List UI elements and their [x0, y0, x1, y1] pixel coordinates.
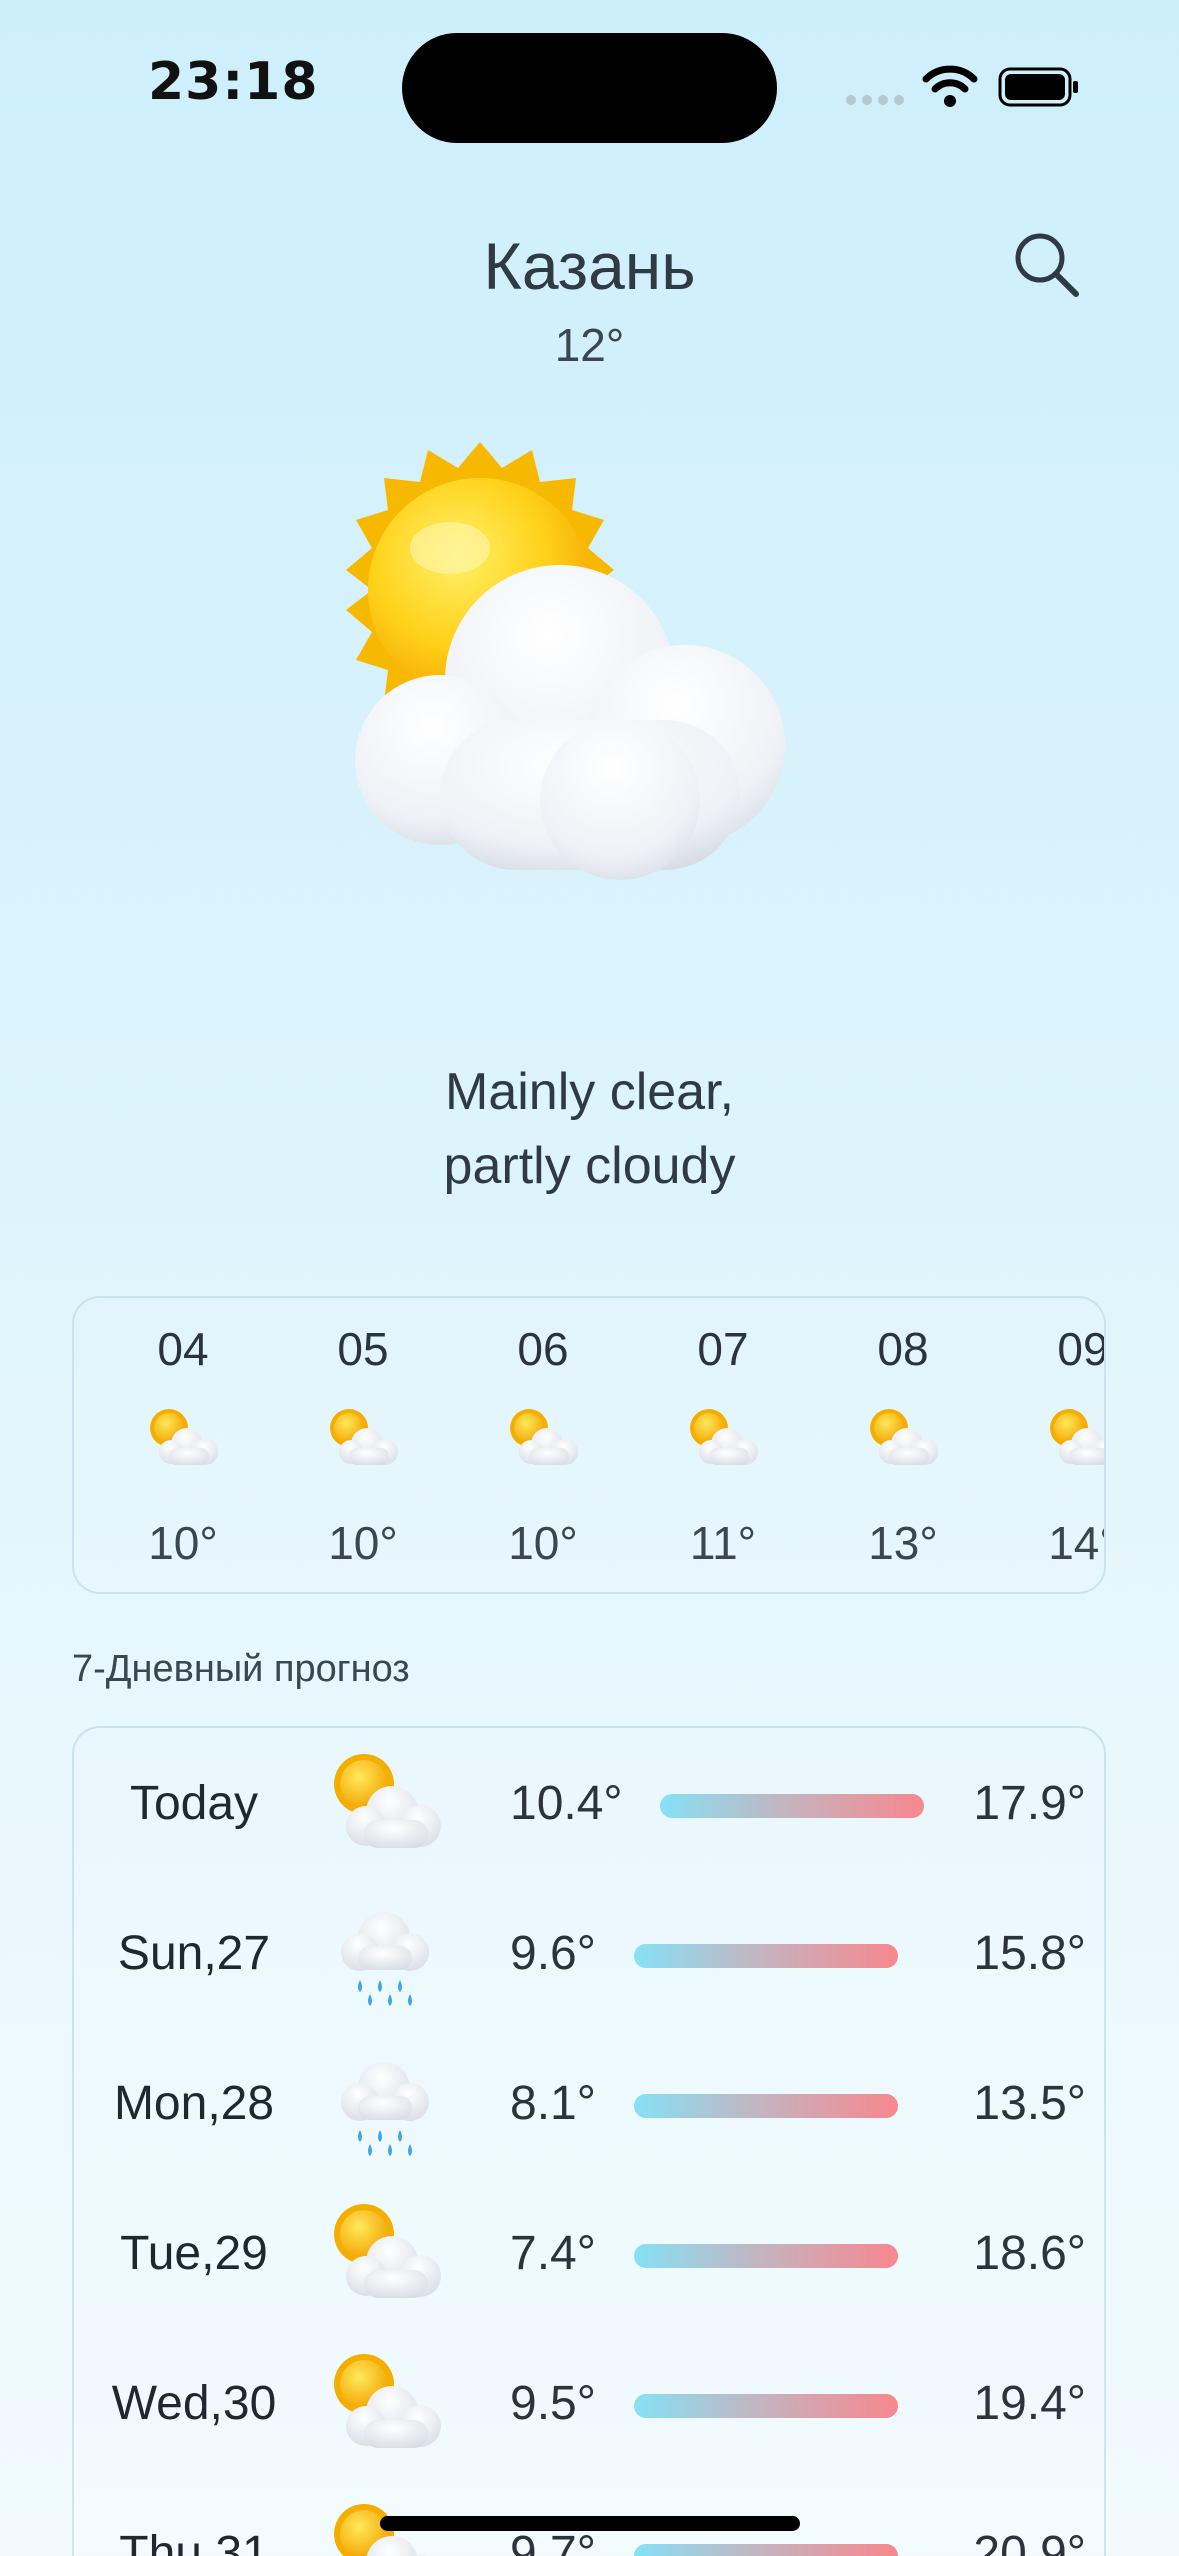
- partly-cloudy-icon: [334, 2354, 441, 2448]
- city-name: Казань: [483, 229, 696, 303]
- day-max-temp: 19.4°: [973, 2377, 1086, 2430]
- day-row[interactable]: Sun,27 9.6° 15.8°: [74, 1878, 1108, 2028]
- day-label: Tue,29: [120, 2227, 268, 2280]
- partly-cloudy-icon: [334, 1754, 441, 1848]
- day-max-temp: 13.5°: [973, 2077, 1086, 2130]
- hour-temp: 10°: [508, 1517, 578, 1569]
- rain-cloud-icon: [341, 2062, 429, 2156]
- day-row[interactable]: Wed,30 9.5° 19.4°: [74, 2328, 1108, 2478]
- day-max-temp: 17.9°: [973, 1777, 1086, 1830]
- weather-condition: Mainly clear, partly cloudy: [0, 1055, 1179, 1203]
- sun-behind-cloud-icon: [346, 442, 785, 880]
- day-min-temp: 10.4°: [510, 1777, 623, 1830]
- forecast-title: 7-Дневный прогноз: [72, 1648, 410, 1690]
- day-row[interactable]: Tue,29 7.4° 18.6°: [74, 2178, 1108, 2328]
- hour-temp: 10°: [328, 1517, 398, 1569]
- day-label: Thu,31: [119, 2527, 269, 2556]
- temperature-range-bar: [634, 1944, 898, 1968]
- hour-label: 07: [697, 1323, 749, 1375]
- hour-temp: 13°: [868, 1517, 938, 1569]
- day-label: Wed,30: [111, 2377, 277, 2430]
- battery-icon: [998, 67, 1078, 107]
- hour-item: 04 10°: [108, 1298, 258, 1592]
- day-min-temp: 8.1°: [510, 2077, 596, 2130]
- hour-label: 06: [517, 1323, 569, 1375]
- temperature-range-bar: [634, 2394, 898, 2418]
- partly-cloudy-icon: [1050, 1409, 1104, 1465]
- status-time: 23:18: [148, 52, 319, 112]
- day-label: Today: [129, 1777, 259, 1830]
- rain-cloud-icon: [341, 1912, 429, 2006]
- day-max-temp: 20.9°: [973, 2527, 1086, 2556]
- hour-temp: 10°: [148, 1517, 218, 1569]
- hour-item: 09 14°: [1008, 1298, 1106, 1592]
- day-row[interactable]: Today 10.4° 17.9°: [74, 1728, 1108, 1878]
- hour-item: 06 10°: [468, 1298, 618, 1592]
- temperature-range-bar: [634, 2094, 898, 2118]
- partly-cloudy-icon: [510, 1409, 578, 1465]
- partly-cloudy-icon: [334, 2204, 441, 2298]
- day-max-temp: 18.6°: [973, 2227, 1086, 2280]
- cellular-signal-icon: [846, 95, 904, 105]
- condition-line-2: partly cloudy: [443, 1137, 736, 1195]
- condition-line-1: Mainly clear,: [445, 1063, 734, 1121]
- hour-label: 04: [157, 1323, 209, 1375]
- daily-forecast[interactable]: Today 10.4° 17.9° Sun,27 9.6° 15.8° Mon,…: [72, 1726, 1106, 2556]
- day-min-temp: 9.5°: [510, 2377, 596, 2430]
- wifi-icon: [922, 65, 978, 107]
- day-label: Sun,27: [117, 1927, 271, 1980]
- search-icon[interactable]: [1010, 228, 1082, 300]
- partly-cloudy-icon: [150, 1409, 218, 1465]
- hour-temp: 11°: [689, 1517, 757, 1569]
- hour-item: 07 11°: [648, 1298, 798, 1592]
- hour-item: 05 10°: [288, 1298, 438, 1592]
- hour-temp: 14°: [1048, 1517, 1104, 1569]
- temperature-range-bar: [634, 2544, 898, 2556]
- hourly-forecast[interactable]: 04 10° 05 10° 06 10° 07 11° 08 13° 09 14…: [72, 1296, 1106, 1594]
- hour-label: 05: [337, 1323, 389, 1375]
- hour-item: 08 13°: [828, 1298, 978, 1592]
- dynamic-island: [402, 33, 777, 143]
- home-indicator[interactable]: [380, 2516, 800, 2531]
- partly-cloudy-icon: [690, 1409, 758, 1465]
- day-min-temp: 9.6°: [510, 1927, 596, 1980]
- partly-cloudy-icon: [870, 1409, 938, 1465]
- hour-label: 09: [1057, 1323, 1106, 1375]
- current-temperature: 12°: [554, 319, 625, 371]
- day-min-temp: 7.4°: [510, 2227, 596, 2280]
- day-label: Mon,28: [113, 2077, 275, 2130]
- temperature-range-bar: [660, 1794, 924, 1818]
- day-max-temp: 15.8°: [973, 1927, 1086, 1980]
- partly-cloudy-icon: [330, 1409, 398, 1465]
- hour-label: 08: [877, 1323, 929, 1375]
- day-row[interactable]: Mon,28 8.1° 13.5°: [74, 2028, 1108, 2178]
- temperature-range-bar: [634, 2244, 898, 2268]
